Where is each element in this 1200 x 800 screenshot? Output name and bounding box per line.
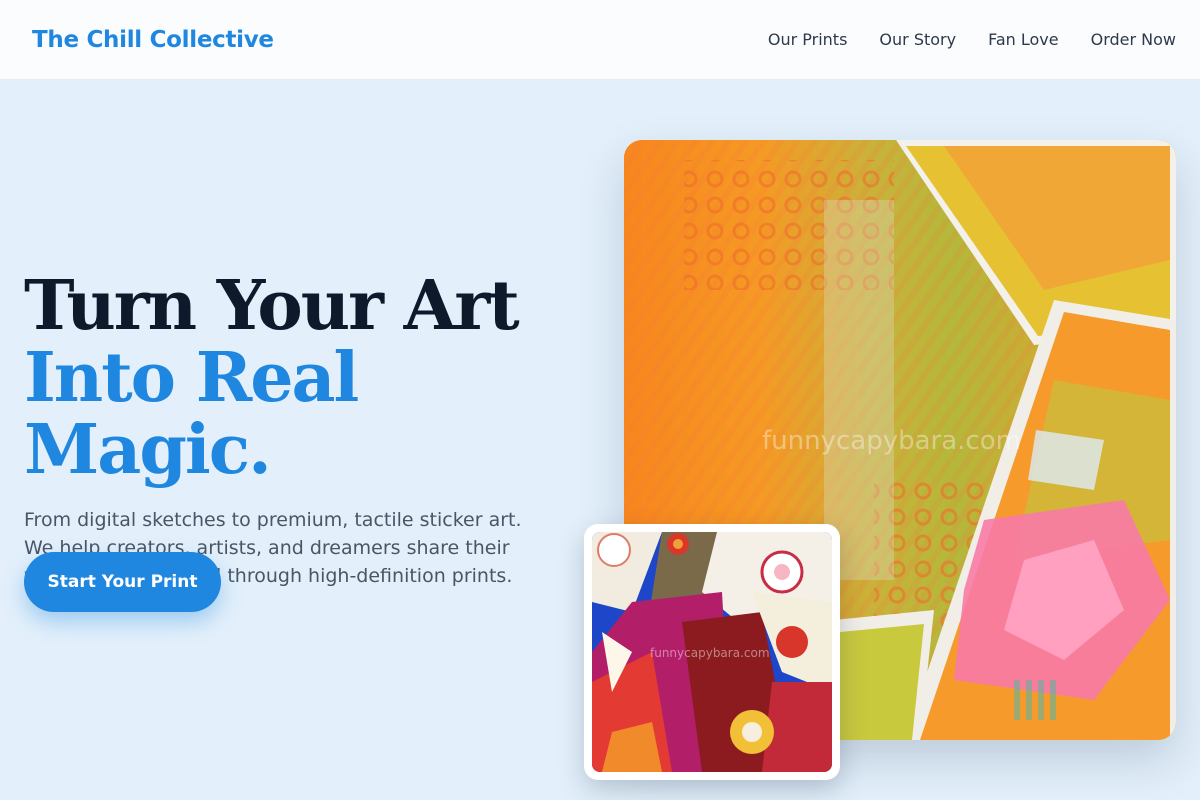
nav-link-our-prints[interactable]: Our Prints xyxy=(768,30,848,49)
secondary-artwork-image: funnycapybara.com xyxy=(592,532,832,772)
nav-link-fan-love[interactable]: Fan Love xyxy=(988,30,1059,49)
start-your-print-button[interactable]: Start Your Print xyxy=(24,552,221,612)
secondary-artwork-card: funnycapybara.com xyxy=(584,524,840,780)
nav-link-order-now[interactable]: Order Now xyxy=(1091,30,1176,49)
brand-logo[interactable]: The Chill Collective xyxy=(32,27,274,53)
folk-art-collage xyxy=(592,532,832,772)
nav-links: Our Prints Our Story Fan Love Order Now xyxy=(768,30,1176,49)
headline-line-1: Turn Your Art xyxy=(24,266,520,346)
navbar: The Chill Collective Our Prints Our Stor… xyxy=(0,0,1200,80)
hero-headline: Turn Your Art Into Real Magic. xyxy=(24,270,584,486)
headline-line-2: Into Real Magic. xyxy=(24,338,359,490)
nav-link-our-story[interactable]: Our Story xyxy=(879,30,956,49)
hero-text: Turn Your Art Into Real Magic. From digi… xyxy=(24,270,584,590)
